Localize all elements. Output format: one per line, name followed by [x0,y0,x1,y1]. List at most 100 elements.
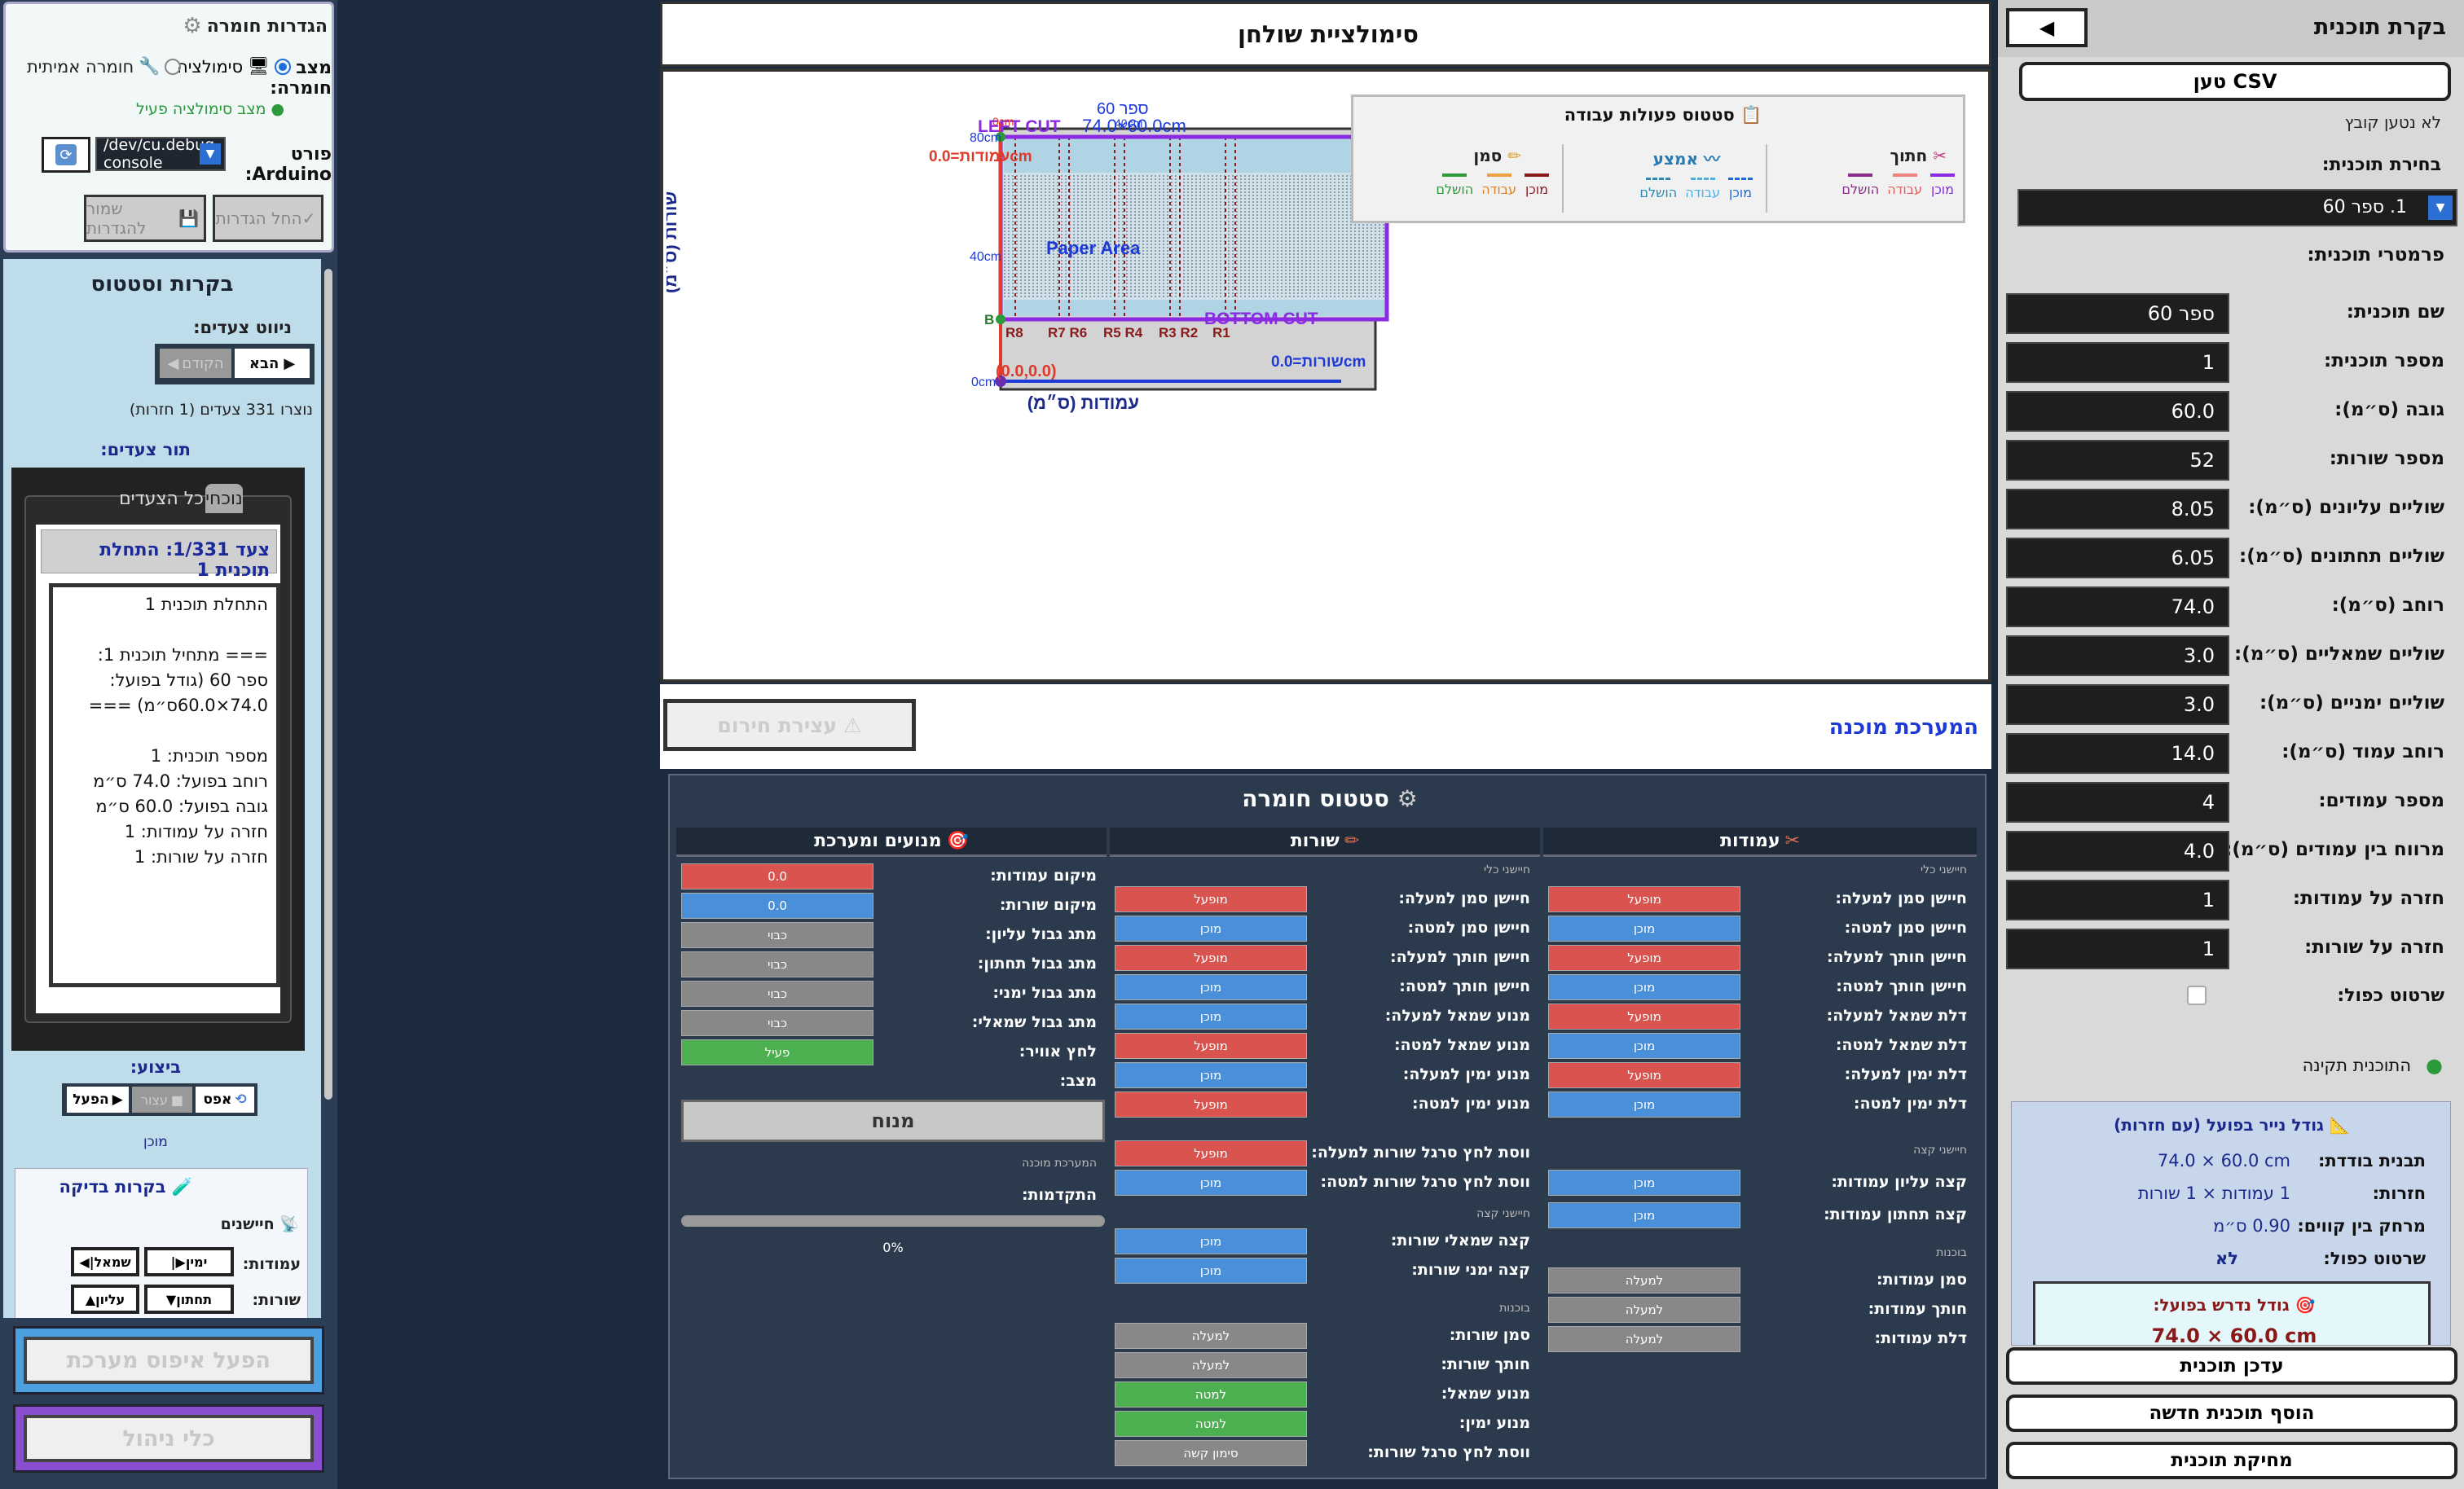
radio-unselected[interactable] [165,58,182,75]
columns-edge-state[interactable]: מוכן [1548,1202,1740,1228]
run-button[interactable]: ▶ הפעל [67,1087,129,1113]
program-select-value: 1. ספר 60 [2322,197,2407,217]
legend-title-row: 📋 סטטוס פעולות עבודה [1557,105,1769,125]
param-input[interactable]: 4 [2006,782,2229,823]
columns-sensor-state[interactable]: מוכן [1548,974,1740,1000]
motors-state[interactable]: 0.0 [681,893,873,919]
down-test-button[interactable]: תחתון ▼ [144,1285,234,1314]
param-input[interactable]: 3.0 [2006,684,2229,725]
left-scrollbar[interactable] [323,259,334,1318]
param-input[interactable]: 3.0 [2006,635,2229,676]
param-input[interactable]: ספר 60 [2006,293,2229,334]
load-csv-button[interactable]: טען CSV [2019,62,2451,101]
columns-sensor-state[interactable]: מופעל [1548,945,1740,971]
rows-piston-state[interactable]: למטה [1115,1381,1307,1408]
rows-sensor-state[interactable]: מופעל [1115,1091,1307,1118]
rows-sensor-state[interactable]: מופעל [1115,945,1307,971]
motors-label: מצב: [1059,1072,1097,1090]
rows-header: ✏שורות [1110,828,1540,857]
tab-current-label: נוכחי [205,488,243,509]
add-program-button[interactable]: הוסף תוכנית חדשה [2006,1395,2457,1432]
update-program-button[interactable]: עדכן תוכנית [2006,1347,2457,1385]
rows-piston-label: מנוע ימין: [1459,1414,1530,1432]
motors-state[interactable]: כבוי [681,951,873,977]
radio-selected[interactable] [274,58,291,75]
param-input[interactable]: 1 [2006,929,2229,969]
up-test-button[interactable]: עליון ▲ [71,1285,139,1314]
columns-piston-state[interactable]: למעלה [1548,1297,1740,1323]
columns-sensor-state[interactable]: מוכן [1548,1033,1740,1059]
columns-piston-state[interactable]: למעלה [1548,1326,1740,1352]
tab-current[interactable]: נוכחי [205,484,243,513]
tab-all-steps[interactable]: כל הצעדים [119,484,204,513]
motors-state[interactable]: פעיל [681,1039,873,1065]
param-input[interactable]: 6.05 [2006,538,2229,578]
refresh-port-button[interactable]: ⟳ [42,137,90,173]
param-input[interactable]: 8.05 [2006,489,2229,529]
required-title: גודל נדרש בפועל: [2153,1295,2290,1315]
left-test-button[interactable]: שמאל |◀ [71,1247,139,1276]
program-select[interactable]: 1. ספר 60 ▼ [2017,189,2457,226]
delete-program-button[interactable]: מחיקת תוכנית [2006,1442,2457,1479]
reset-system-button[interactable]: הפעל איפוס מערכת [13,1326,324,1395]
rows-edge-state[interactable]: מוכן [1115,1258,1307,1284]
left-scrollbar-thumb[interactable] [324,269,332,1100]
apply-settings-button[interactable]: החל הגדרות ✓ [213,195,323,242]
columns-sensor-state[interactable]: מופעל [1548,1062,1740,1088]
admin-tools-face[interactable]: כלי ניהול [24,1415,314,1462]
rows-ruler-state[interactable]: מוכן [1115,1170,1307,1196]
settings-title-row: הגדרות חומרה ⚙ [177,14,328,38]
arduino-port-select[interactable]: /dev/cu.debug-console ▼ [95,136,226,172]
point-b-label: B [984,312,994,327]
columns-edge-state[interactable]: מוכן [1548,1170,1740,1196]
motors-state[interactable]: כבוי [681,1010,873,1036]
rows-sensor-state[interactable]: מופעל [1115,886,1307,912]
wrench-icon: 🔧 [139,56,161,76]
rows-piston-state[interactable]: למעלה [1115,1352,1307,1378]
save-settings-button[interactable]: שמור להגדרות 💾 [84,195,206,242]
rows-piston-state[interactable]: למעלה [1115,1323,1307,1349]
rows-piston-state[interactable]: סימון קשה [1115,1440,1307,1466]
rows-edge-state[interactable]: מוכן [1115,1228,1307,1254]
mode-real-radio[interactable]: 🔧 חומרה אמיתית [27,56,182,77]
columns-sensor-state[interactable]: מוכן [1548,916,1740,942]
reset-button[interactable]: ⟲ אפס [196,1087,254,1113]
rows-ruler-state[interactable]: מופעל [1115,1140,1307,1166]
param-input[interactable]: 4.0 [2006,831,2229,872]
rows-sensor-state[interactable]: מופעל [1115,1033,1307,1059]
param-input[interactable]: 14.0 [2006,733,2229,774]
param-input[interactable]: 1 [2006,880,2229,920]
play-icon: ▶ [112,1091,123,1108]
emergency-stop-button[interactable]: ⚠ עצירת חירום [663,699,916,751]
admin-tools-button[interactable]: כלי ניהול [13,1404,324,1473]
rows-sensor-state[interactable]: מוכן [1115,974,1307,1000]
stop-button[interactable]: ■ עצור [132,1087,192,1113]
motors-state[interactable]: 0.0 [681,863,873,889]
rows-piston-state[interactable]: למטה [1115,1411,1307,1437]
mode-simulation-radio[interactable]: 🖥 סימולציה [177,56,291,77]
columns-sensor-state[interactable]: מוכן [1548,1091,1740,1118]
reset-system-face[interactable]: הפעל איפוס מערכת [24,1337,314,1384]
motors-state[interactable]: כבוי [681,981,873,1007]
right-test-button[interactable]: ימין ▶| [144,1247,234,1276]
columns-piston-state[interactable]: למעלה [1548,1267,1740,1294]
motors-system-ready: המערכת מוכנה [1022,1157,1097,1170]
param-input[interactable]: 1 [2006,342,2229,383]
prev-step-label: הקודם [182,354,224,372]
rows-sensor-state[interactable]: מוכן [1115,1004,1307,1030]
required-value: 74.0 × 60.0 cm [2151,1324,2317,1346]
param-input[interactable]: 74.0 [2006,586,2229,627]
columns-sensor-state[interactable]: מופעל [1548,886,1740,912]
param-input[interactable]: 60.0 [2006,391,2229,432]
motors-state[interactable]: כבוי [681,922,873,948]
collapse-button[interactable]: ◀ [2006,8,2088,47]
rows-sensor-state[interactable]: מוכן [1115,916,1307,942]
columns-sensor-state[interactable]: מופעל [1548,1004,1740,1030]
prev-step-button[interactable]: הקודם ◀ [160,349,231,378]
rows-sensor-state[interactable]: מוכן [1115,1062,1307,1088]
paper-size-summary: 📐 גודל נייר בפועל (עם חזרות) תבנית בודדת… [2011,1101,2451,1346]
param-input[interactable]: 52 [2006,440,2229,481]
next-step-button[interactable]: ▶ הבא [235,349,310,378]
columns-piston-label: דלת עמודות: [1874,1329,1967,1347]
double-print-checkbox[interactable] [2187,986,2207,1005]
